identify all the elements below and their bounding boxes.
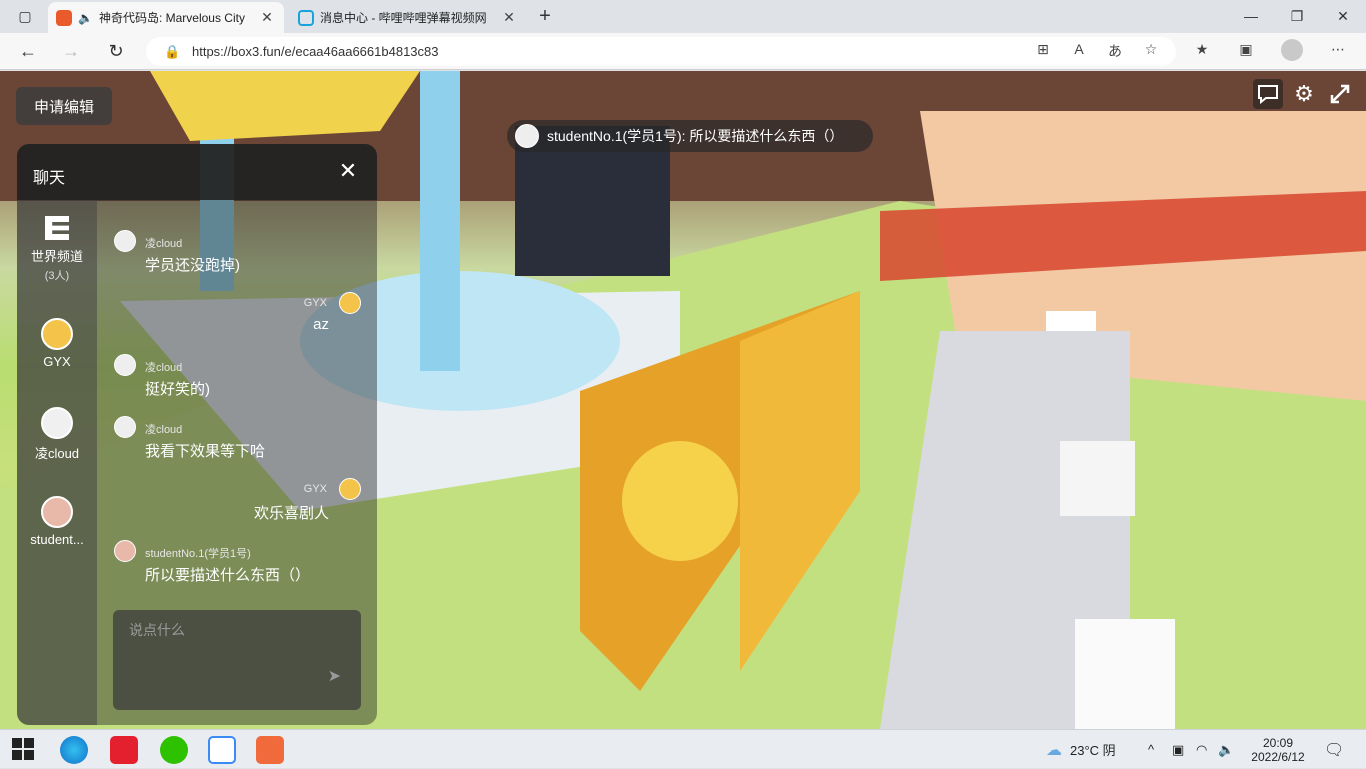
avatar — [41, 496, 73, 528]
sender-name: 凌cloud — [145, 424, 183, 436]
profile-avatar[interactable] — [1281, 39, 1303, 61]
tab-actions-icon[interactable]: ▢ — [2, 2, 48, 30]
message-text: 挺好笑的) — [145, 381, 210, 398]
world-channel-icon — [45, 216, 69, 240]
message-text: 我看下效果等下哈 — [145, 443, 266, 460]
channel-lingcloud[interactable]: 凌cloud — [17, 407, 97, 462]
chat-title: 聊天 — [33, 170, 66, 187]
fullscreen-icon[interactable] — [1325, 79, 1355, 109]
notification-icon[interactable]: 🗨 — [1324, 730, 1344, 769]
gear-icon[interactable]: ⚙ — [1289, 79, 1319, 109]
send-icon[interactable]: ➤ — [328, 666, 341, 686]
minimize-icon[interactable]: — — [1228, 2, 1274, 30]
tab-title: 消息中心 - 哔哩哔哩弹幕视频网 — [320, 11, 487, 25]
chevron-up-icon[interactable]: ^ — [1148, 730, 1154, 769]
tab-marvelous-city[interactable]: 🔈 神奇代码岛: Marvelous City ✕ — [48, 2, 284, 33]
channel-gyx[interactable]: GYX — [17, 318, 97, 369]
game-viewport[interactable]: 申请编辑 studentNo.1(学员1号): 所以要描述什么东西（） ⚙ 聊天… — [0, 71, 1366, 729]
channel-label: 世界频道 — [30, 249, 83, 264]
app-available-icon[interactable]: ⊞ — [1033, 41, 1053, 58]
chat-input[interactable] — [113, 610, 361, 710]
tab-close-icon[interactable]: ✕ — [258, 9, 276, 26]
edge-icon[interactable] — [60, 736, 88, 764]
chat-input-box: ➤ — [113, 610, 361, 710]
wechat-icon[interactable] — [160, 736, 188, 764]
network-tray-icon[interactable]: ▣ — [1172, 730, 1184, 769]
cloud-icon: ☁ — [1046, 741, 1062, 759]
back-icon[interactable]: ← — [13, 37, 43, 65]
avatar — [114, 230, 136, 252]
wifi-icon[interactable]: ◠ — [1196, 730, 1207, 769]
channel-label: 凌cloud — [34, 446, 80, 461]
tab-close-icon[interactable]: ✕ — [500, 9, 518, 26]
channel-world[interactable]: 世界频道 (3人) — [17, 216, 97, 283]
close-icon[interactable]: ✕ — [337, 160, 359, 182]
lock-icon[interactable]: 🔒 — [164, 44, 180, 60]
tab-bilibili[interactable]: 消息中心 - 哔哩哔哩弹幕视频网 ✕ — [290, 2, 526, 33]
clock[interactable]: 20:09 2022/6/12 — [1248, 730, 1308, 769]
tab-title: 神奇代码岛: Marvelous City — [98, 11, 245, 25]
clock-time: 20:09 — [1262, 735, 1294, 750]
avatar — [114, 416, 136, 438]
taskbar: ☁ 23°C 阴 ^ ▣ ◠ 🔈 20:09 2022/6/12 🗨 — [0, 729, 1366, 768]
chat-header: 聊天 — [17, 144, 377, 200]
message-list: 凌cloud 学员还没跑掉) GYX az 凌cloud 挺好笑的) 凌clou… — [97, 200, 377, 615]
avatar — [114, 540, 136, 562]
browser-nav-bar: ← → ↻ 🔒 https://box3.fun/e/ecaa46aa6661b… — [0, 33, 1366, 70]
channel-label: student... — [30, 532, 84, 547]
app-icon[interactable] — [256, 736, 284, 764]
request-edit-button[interactable]: 申请编辑 — [16, 87, 112, 125]
clock-date: 2022/6/12 — [1251, 749, 1305, 764]
box3-favicon-icon — [56, 9, 72, 26]
avatar — [339, 478, 361, 500]
favorites-icon[interactable]: ★ — [1192, 41, 1212, 58]
translate-icon[interactable]: あ — [1105, 41, 1125, 61]
chat-toggle-icon[interactable] — [1253, 79, 1283, 109]
channel-member-count: (3人) — [44, 270, 70, 282]
add-favorite-icon[interactable]: ☆ — [1141, 41, 1161, 58]
bilibili-favicon-icon — [298, 9, 314, 26]
sender-name: 凌cloud — [145, 362, 183, 374]
chat-panel: 聊天 ✕ 世界频道 (3人) GYX 凌cloud student... 凌cl… — [17, 144, 377, 725]
close-window-icon[interactable]: ✕ — [1320, 2, 1366, 30]
read-aloud-icon[interactable]: A — [1069, 41, 1089, 57]
volume-icon[interactable]: 🔈 — [1218, 730, 1234, 769]
weather-text: 23°C 阴 — [1070, 743, 1116, 758]
player-chat-bubble: studentNo.1(学员1号): 所以要描述什么东西（） — [507, 120, 873, 152]
channel-label: GYX — [43, 354, 71, 369]
message-text: 所以要描述什么东西（） — [145, 567, 311, 584]
youdao-icon[interactable] — [110, 736, 138, 764]
message-text: 学员还没跑掉) — [145, 257, 240, 274]
forward-icon[interactable]: → — [56, 37, 86, 65]
more-menu-icon[interactable]: ⋯ — [1328, 41, 1348, 58]
sender-name: GYX — [303, 297, 327, 309]
sender-name: 凌cloud — [145, 238, 183, 250]
avatar — [114, 354, 136, 376]
new-tab-button[interactable]: + — [522, 2, 568, 30]
restore-icon[interactable]: ❐ — [1274, 2, 1320, 30]
baidu-netdisk-icon[interactable] — [208, 736, 236, 764]
bubble-text: studentNo.1(学员1号): 所以要描述什么东西（） — [547, 128, 844, 144]
weather-widget[interactable]: ☁ 23°C 阴 — [1046, 730, 1116, 769]
avatar — [515, 124, 539, 148]
avatar — [41, 407, 73, 439]
windows-start-icon[interactable] — [12, 738, 36, 762]
address-bar[interactable]: 🔒 https://box3.fun/e/ecaa46aa6661b4813c8… — [146, 37, 1176, 66]
sender-name: GYX — [303, 483, 327, 495]
avatar — [41, 318, 73, 350]
url-text: https://box3.fun/e/ecaa46aa6661b4813c83 — [192, 44, 439, 59]
speaker-icon[interactable]: 🔈 — [78, 11, 93, 25]
message-text: az — [313, 316, 329, 333]
refresh-icon[interactable]: ↻ — [101, 37, 131, 65]
avatar — [339, 292, 361, 314]
browser-tab-bar: ▢ 🔈 神奇代码岛: Marvelous City ✕ 消息中心 - 哔哩哔哩弹… — [0, 0, 1366, 33]
chat-channel-list: 世界频道 (3人) GYX 凌cloud student... — [17, 200, 97, 725]
collections-icon[interactable]: ▣ — [1236, 41, 1256, 58]
sender-name: studentNo.1(学员1号) — [145, 548, 251, 560]
channel-student[interactable]: student... — [17, 496, 97, 547]
message-text: 欢乐喜剧人 — [253, 505, 329, 522]
